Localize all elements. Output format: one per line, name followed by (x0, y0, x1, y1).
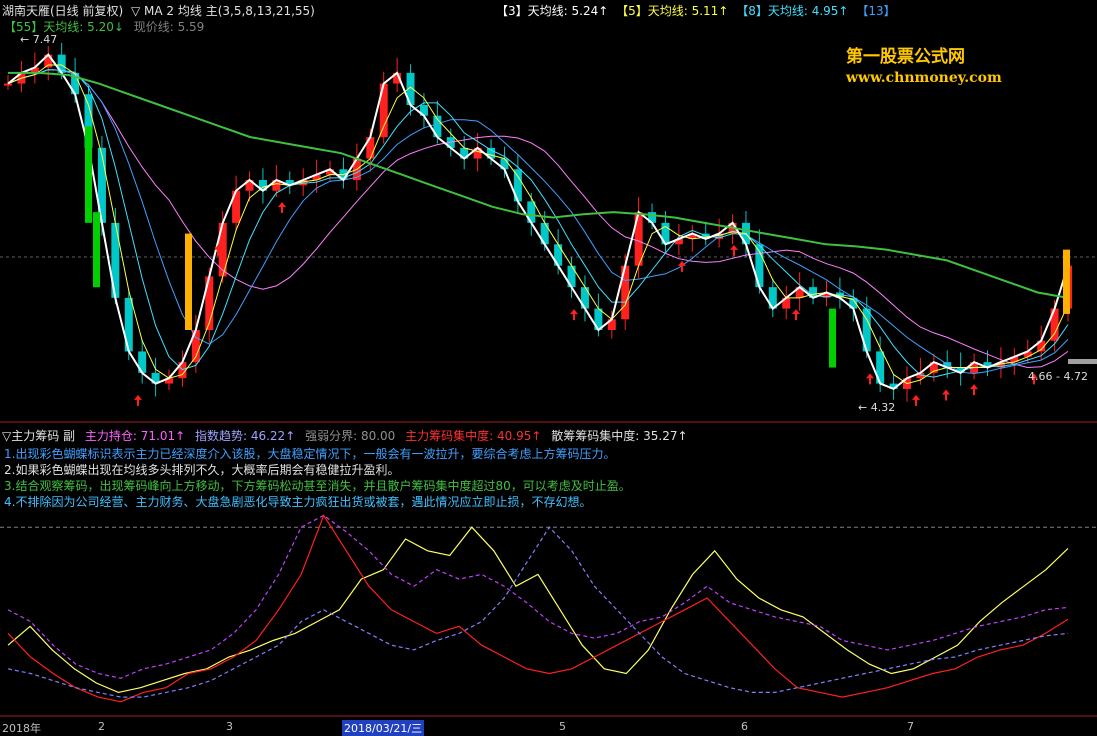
ma-indicator-label[interactable]: ▽ MA 2 均线 主(3,5,8,13,21,55) (131, 4, 315, 18)
ma-legend: 【3】天均线: 5.24↑ 【5】天均线: 5.11↑ 【8】天均线: 4.95… (496, 2, 900, 19)
holding-line (7, 526, 1069, 694)
main-price-panel (0, 42, 1097, 717)
watermark-cn: 第一股票公式网 (846, 47, 965, 67)
signal-bar (93, 212, 100, 288)
buy-arrow (912, 394, 920, 406)
trend-line (7, 514, 1069, 679)
buy-arrow (942, 389, 950, 401)
watermark-url: www.chnmoney.com (846, 70, 1002, 86)
retail-chip-value: 散筹筹码集中度: 35.27↑ (551, 429, 688, 443)
buy-arrow (866, 373, 874, 385)
ma55-line (8, 71, 1069, 299)
ma13-line (7, 69, 1069, 375)
sub-indicator-panel (0, 514, 1097, 703)
note-2: 2.如果彩色蝴蝶出现在均线多头排列不久，大概率后期会有稳健拉升盈利。 (4, 463, 400, 477)
x-axis-cursor-date: 2018/03/21/三 (342, 720, 425, 736)
strategy-notes: 1.出现彩色蝴蝶标识表示主力已经深度介入该股，大盘稳定情况下，一般会有一波拉升，… (4, 446, 631, 510)
ma8-value: 【8】天均线: 4.95↑ (736, 4, 849, 18)
signal-bar (85, 126, 92, 223)
x-axis-m7: 7 (907, 720, 914, 733)
x-axis-m3: 3 (226, 720, 233, 733)
signal-bar (829, 308, 836, 368)
ma8-line (7, 69, 1069, 378)
x-axis-year: 2018年 (2, 722, 41, 735)
x-axis-m6: 6 (741, 720, 748, 733)
buy-arrow (970, 384, 978, 396)
buy-arrow (792, 309, 800, 321)
low-price-label: ← 4.32 (858, 401, 896, 414)
ma13-value: 【13】 (856, 4, 896, 18)
current-price-marker (1068, 359, 1097, 364)
ma55-value: 【55】天均线: 5.20↓ (4, 20, 124, 34)
main-chip-line (7, 514, 1069, 703)
sub-header: ▽主力筹码 副 主力持仓: 71.01↑ 指数趋势: 46.22↑ 强弱分界: … (2, 427, 688, 444)
range-label: 4.66 - 4.72 (1028, 370, 1088, 383)
note-3: 3.结合观察筹码，出现筹码峰向上方移动，下方筹码松动甚至消失，并且散户筹码集中度… (4, 479, 631, 493)
x-axis-m2: 2 (98, 720, 105, 733)
buy-arrow (570, 309, 578, 321)
ma5-value: 【5】天均线: 5.11↑ (616, 4, 729, 18)
stock-title: 湖南天雁(日线 前复权) (2, 4, 124, 18)
ma21-line (7, 69, 1069, 369)
x-axis-m5: 5 (559, 720, 566, 733)
main-chip-value: 主力筹码集中度: 40.95↑ (405, 429, 542, 443)
ma5-line (7, 64, 1069, 385)
buy-arrow (678, 260, 686, 272)
note-1: 1.出现彩色蝴蝶标识表示主力已经深度介入该股，大盘稳定情况下，一般会有一波拉升，… (4, 447, 616, 461)
signal-bar (185, 233, 192, 330)
candle-body (4, 83, 12, 86)
trend-value: 指数趋势: 46.22↑ (194, 429, 296, 443)
holding-value: 主力持仓: 71.01↑ (84, 429, 186, 443)
note-4: 4.不排除因为公司经营、主力财务、大盘急剧恶化导致主力疯狂出货或被套，遇此情况应… (4, 495, 592, 509)
chart-canvas (0, 42, 1097, 717)
high-price-label: ← 7.47 (20, 33, 58, 46)
ma3-value: 【3】天均线: 5.24↑ (496, 4, 609, 18)
main-header: 湖南天雁(日线 前复权) ▽ MA 2 均线 主(3,5,8,13,21,55) (2, 2, 315, 19)
sub-title[interactable]: ▽主力筹码 副 (2, 429, 75, 443)
price-line-value: 现价线: 5.59 (133, 20, 205, 34)
buy-arrow (278, 202, 286, 213)
signal-bar (1063, 249, 1070, 314)
buy-arrow (730, 244, 738, 256)
strength-value: 强弱分界: 80.00 (305, 429, 396, 443)
buy-arrow (134, 394, 142, 406)
